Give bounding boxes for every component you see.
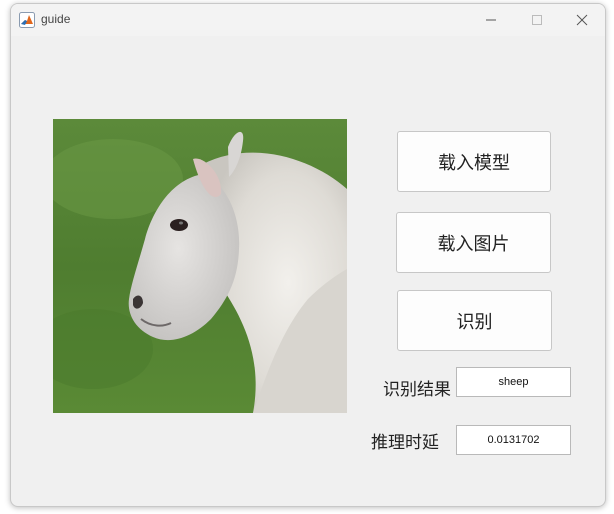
app-window: guide 载入模型 载入图片 识别 识别结果 sheep 推理时延 0.013…	[10, 3, 606, 507]
latency-label: 推理时延	[371, 433, 439, 453]
image-display	[53, 119, 347, 413]
load-image-button[interactable]: 载入图片	[396, 212, 551, 273]
load-model-button[interactable]: 载入模型	[397, 131, 551, 192]
minimize-icon[interactable]	[481, 10, 501, 30]
maximize-icon[interactable]	[527, 10, 547, 30]
result-label: 识别结果	[383, 380, 451, 398]
latency-field[interactable]: 0.0131702	[456, 425, 571, 455]
sheep-photo	[53, 119, 347, 413]
close-icon[interactable]	[572, 10, 592, 30]
window-title: guide	[41, 12, 71, 26]
result-field[interactable]: sheep	[456, 367, 571, 397]
recognize-button[interactable]: 识别	[397, 290, 552, 351]
matlab-icon	[19, 12, 35, 28]
title-bar[interactable]: guide	[11, 4, 605, 36]
